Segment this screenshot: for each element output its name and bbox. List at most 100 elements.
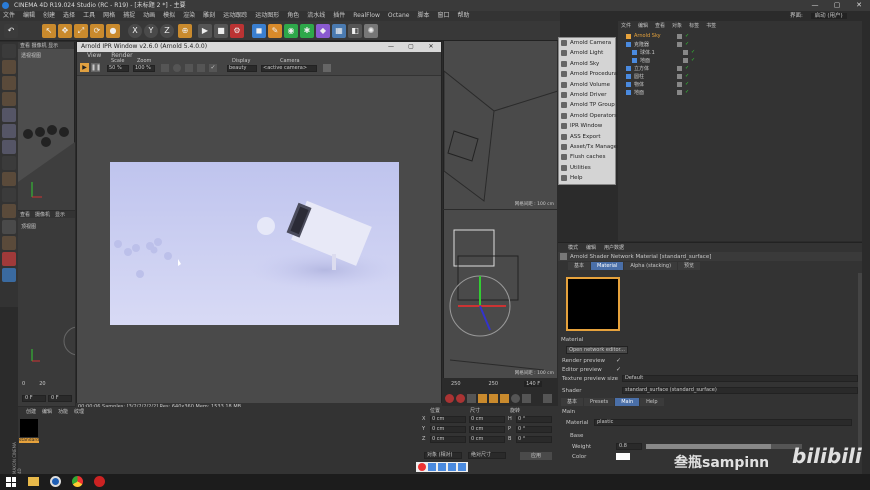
objmgr-tab[interactable]: 编辑 (638, 22, 648, 30)
autokey-icon[interactable] (456, 393, 465, 403)
menu-item[interactable]: Octane (388, 12, 410, 19)
lb-tab-1[interactable]: 摄像机 (35, 211, 50, 218)
z-axis-icon[interactable]: Z (160, 24, 174, 38)
coord-system-icon[interactable]: ⊕ (178, 24, 192, 38)
frame-field-2[interactable]: 0 F (48, 395, 72, 402)
check-icon[interactable]: ✓ (685, 41, 689, 47)
visibility-icon[interactable] (683, 57, 688, 63)
play-button[interactable]: ▶ (80, 63, 89, 72)
weight-field[interactable]: 0.8 (616, 443, 642, 450)
material-thumbnail[interactable] (20, 419, 38, 437)
matmgr-tab[interactable]: 功能 (58, 408, 68, 415)
crop-icon[interactable] (173, 64, 181, 72)
record-icon[interactable] (445, 393, 454, 403)
matmgr-tab[interactable]: 创建 (26, 408, 36, 415)
arnold-menu-item[interactable]: Arnold Light (559, 48, 615, 58)
right-viewport-bottom[interactable]: 网格间距 : 100 cm (443, 210, 557, 378)
arnold-menu-item[interactable]: Arnold Camera (559, 38, 615, 48)
position-field[interactable]: 0 cm (430, 435, 466, 443)
keyframe-rotate-icon[interactable] (489, 393, 498, 403)
lock-icon[interactable] (2, 204, 16, 218)
perspective-viewport-small[interactable]: 查看 摄像机 显示 透视视图 (18, 42, 75, 210)
object-row[interactable]: 地面 ✓ (622, 88, 858, 96)
right-viewport-top[interactable]: 网格间距 : 100 cm (443, 41, 558, 209)
paint-icon[interactable] (2, 220, 16, 234)
rotation-field[interactable]: 0 ° (516, 425, 552, 433)
arnold-minimize-button[interactable]: — (381, 42, 401, 52)
menu-item[interactable]: 窗口 (437, 12, 449, 19)
visibility-icon[interactable] (677, 81, 682, 87)
axis-mode-icon[interactable] (2, 156, 16, 170)
tweak-icon[interactable] (2, 172, 16, 186)
point-key-icon[interactable] (522, 393, 531, 403)
snapshot-icon[interactable] (197, 64, 205, 72)
check-icon[interactable]: ✓ (685, 65, 689, 71)
arnold-close-button[interactable]: ✕ (421, 42, 441, 52)
material-preset-select[interactable]: plastic (594, 419, 852, 426)
material-tab[interactable]: 预览 (678, 262, 701, 270)
rotation-field[interactable]: 0 ° (516, 435, 552, 443)
array-icon[interactable]: ✱ (300, 24, 314, 38)
display-select[interactable]: beauty (227, 65, 257, 72)
objmgr-tab[interactable]: 书签 (706, 22, 716, 30)
menu-item[interactable]: RealFlow (353, 12, 380, 19)
arnold-menu-item[interactable]: ASS Export (559, 132, 615, 142)
visibility-icon[interactable] (677, 33, 682, 39)
material-tab[interactable]: Material (591, 262, 624, 270)
check-icon[interactable]: ✓ (685, 89, 689, 95)
cinema4d-taskbar-icon[interactable] (50, 476, 61, 487)
menu-item[interactable]: 网格 (103, 12, 115, 19)
attr-top-tab[interactable]: 模式 (568, 244, 578, 251)
matmgr-tab[interactable]: 编辑 (42, 408, 52, 415)
deformer-icon[interactable]: ◆ (316, 24, 330, 38)
menu-item[interactable]: 编辑 (23, 12, 35, 19)
editor-preview-checkbox[interactable]: ✓ (616, 366, 621, 373)
shader-tab[interactable]: 基本 (561, 398, 584, 406)
render-preview-checkbox[interactable]: ✓ (616, 357, 621, 364)
camera-icon[interactable]: ◧ (348, 24, 362, 38)
position-field[interactable]: 0 cm (430, 425, 466, 433)
region-icon[interactable] (161, 64, 169, 72)
ime-tools-icon[interactable] (458, 463, 466, 471)
render-image[interactable] (110, 162, 399, 325)
visibility-icon[interactable] (683, 49, 688, 55)
sculpt-icon[interactable] (2, 236, 16, 250)
recorder-icon[interactable] (94, 476, 105, 487)
check-icon[interactable]: ✓ (685, 73, 689, 79)
arnold-menu-item[interactable]: Utilities (559, 163, 615, 173)
material-tab[interactable]: Alpha (stacking) (624, 262, 678, 270)
render-view-icon[interactable]: ▶ (198, 24, 212, 38)
objmgr-tab[interactable]: 查看 (655, 22, 665, 30)
position-field[interactable]: 0 cm (430, 415, 466, 423)
menu-item[interactable]: 工具 (83, 12, 95, 19)
y-axis-icon[interactable]: Y (144, 24, 158, 38)
object-row[interactable]: 地面 ✓ (622, 56, 858, 64)
realflow-icon[interactable] (2, 268, 16, 282)
check-icon[interactable]: ✓ (691, 57, 695, 63)
object-row[interactable]: 立方体 ✓ (622, 64, 858, 72)
rotation-field[interactable]: 0 ° (516, 415, 552, 423)
visibility-icon[interactable] (677, 41, 682, 47)
arnold-menu-view[interactable]: View (87, 52, 101, 60)
windows-start-icon[interactable] (6, 477, 16, 487)
material-swatch[interactable] (566, 277, 620, 331)
camera-select[interactable]: <active camera> (261, 65, 317, 72)
arnold-menu-item[interactable]: Flush caches (559, 152, 615, 162)
arnold-menu-item[interactable]: Help (559, 173, 615, 183)
lb-tab-2[interactable]: 显示 (55, 211, 65, 218)
arnold-menu-item[interactable]: Arnold Procedural (559, 69, 619, 79)
zoom-select[interactable]: 100 % (133, 65, 155, 72)
scale-icon[interactable]: ⤢ (74, 24, 88, 38)
octane-icon[interactable] (2, 252, 16, 266)
check-icon[interactable]: ✓ (209, 64, 217, 72)
attr-top-tab[interactable]: 编辑 (586, 244, 596, 251)
menu-item[interactable]: 帮助 (457, 12, 469, 19)
keyframe-move-icon[interactable] (478, 393, 487, 403)
object-row[interactable]: 球体.1 ✓ (622, 48, 858, 56)
maximize-button[interactable]: ▢ (826, 0, 848, 11)
scene-icon[interactable]: ▦ (332, 24, 346, 38)
shader-tab[interactable]: Help (640, 398, 664, 406)
menu-item[interactable]: 运动图形 (255, 12, 279, 19)
arnold-menu-item[interactable]: Arnold Operators (559, 111, 617, 121)
lb-tab-0[interactable]: 查看 (20, 211, 30, 218)
